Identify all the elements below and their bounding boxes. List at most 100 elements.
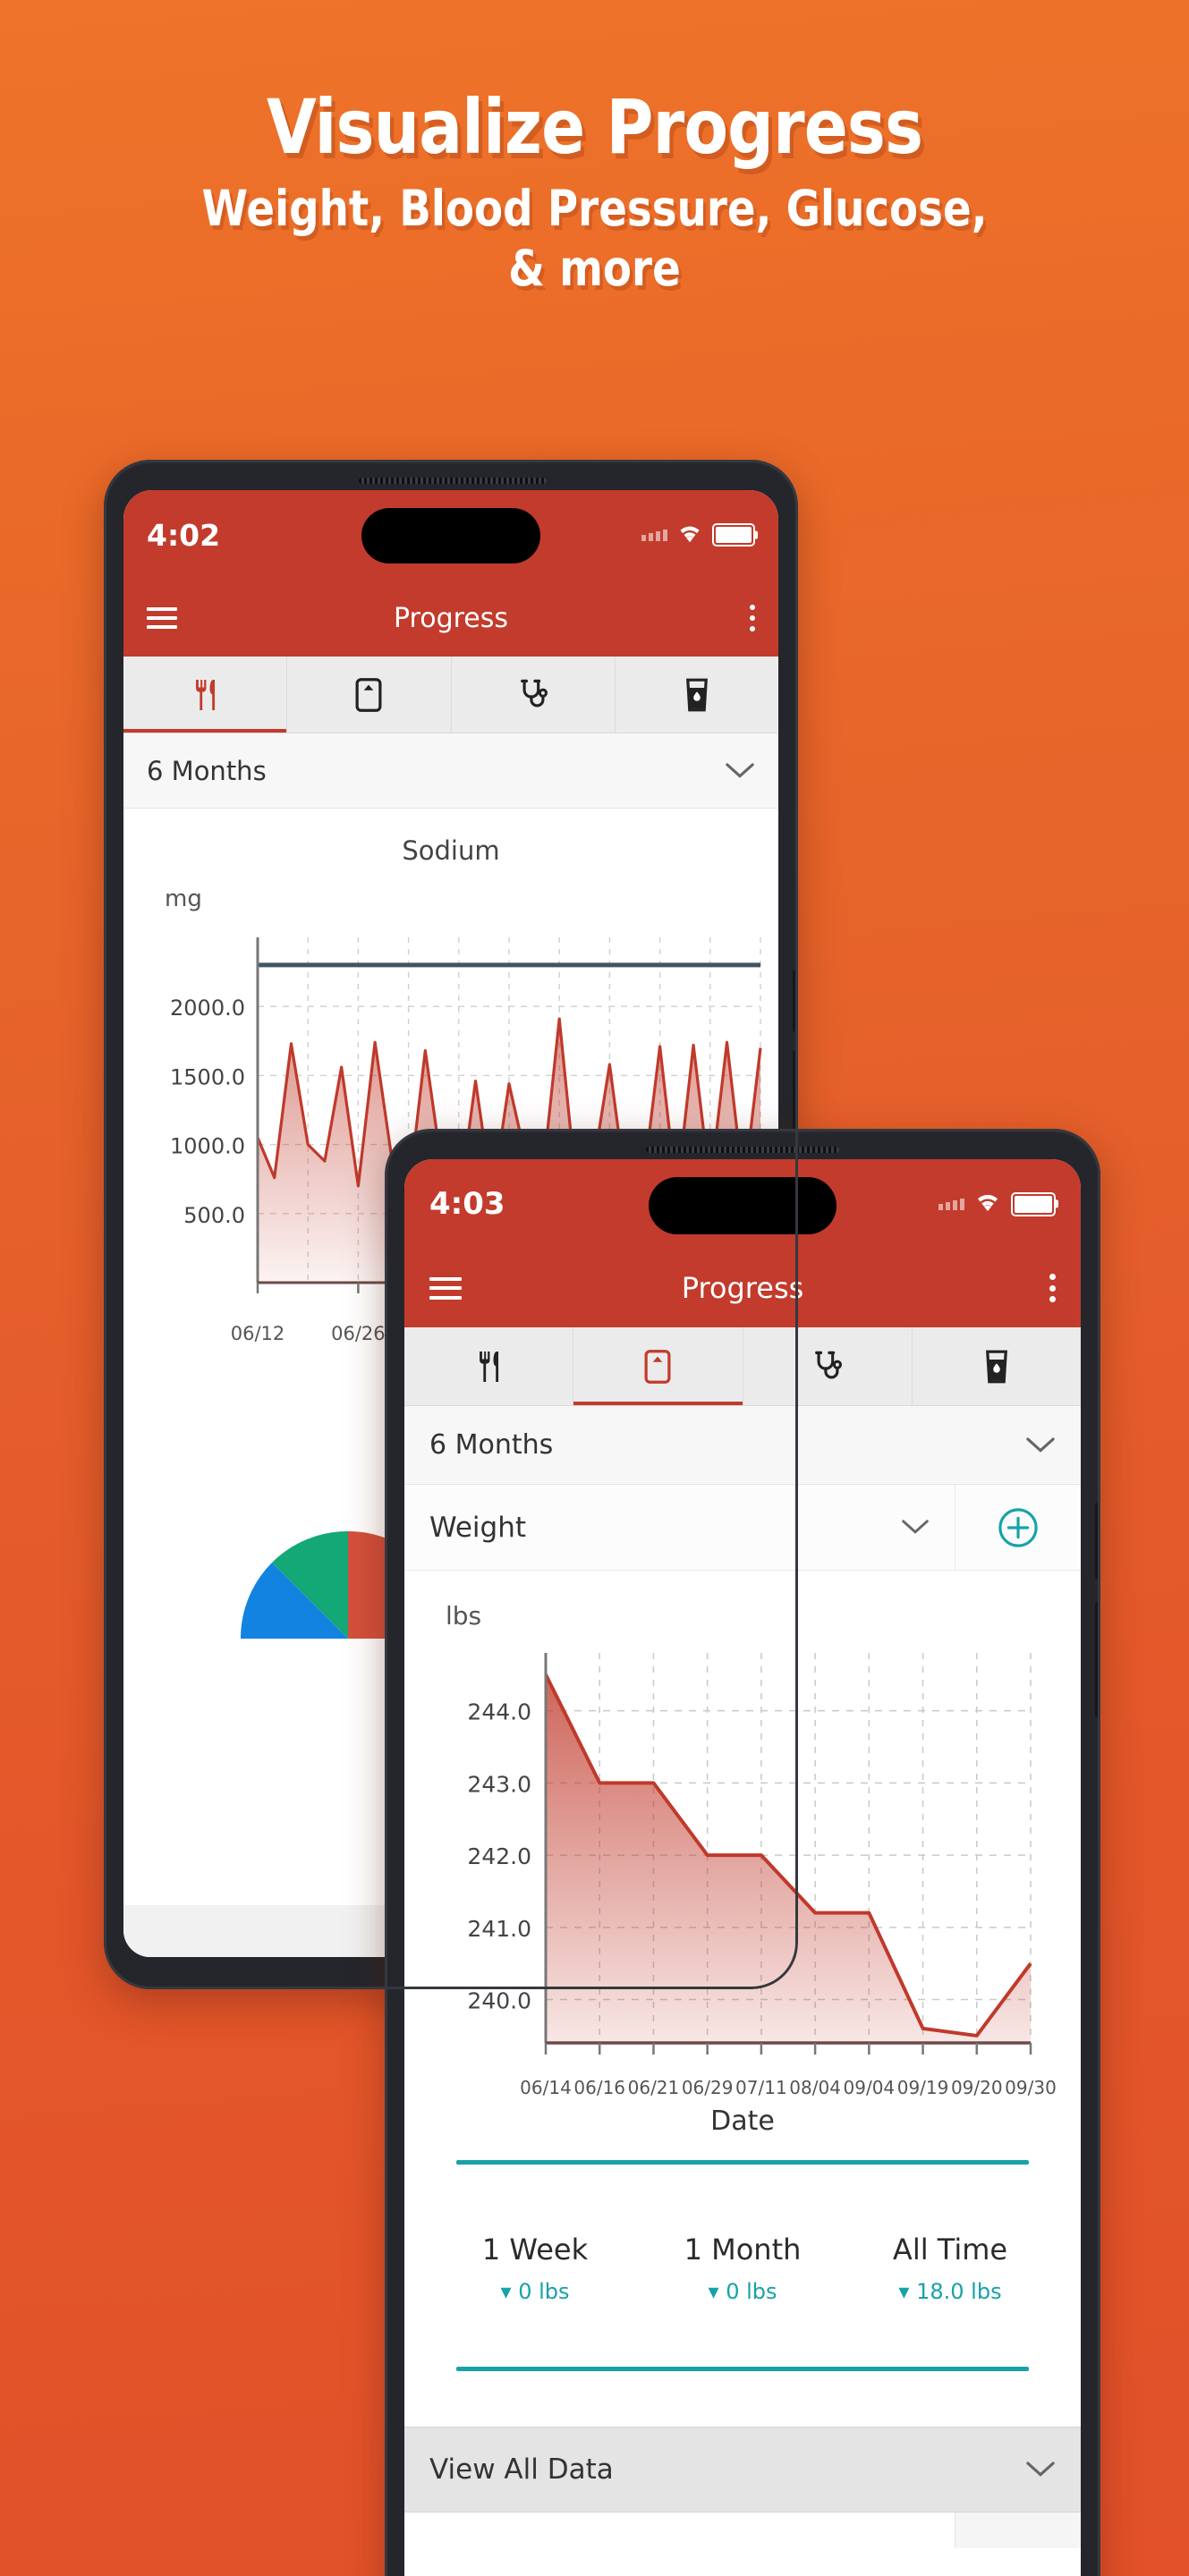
stat-delta: ▾ 0 lbs <box>639 2279 846 2304</box>
trend-down-icon: ▾ <box>898 2279 910 2304</box>
footer-split-area <box>404 2512 1081 2548</box>
tab-health[interactable] <box>743 1327 913 1405</box>
wifi-icon <box>676 522 703 548</box>
metric-select[interactable]: Weight <box>404 1485 955 1570</box>
weight-chart: lbs 244.0 243.0 242.0 241.0 240.0 06/14 06/16… <box>404 1571 1081 2107</box>
food-utensils-icon <box>196 679 216 710</box>
range-select-value: 6 Months <box>147 755 267 786</box>
stat-delta-value: 18.0 lbs <box>916 2279 1002 2304</box>
chart-title: Sodium <box>402 835 500 866</box>
svg-text:2000.0: 2000.0 <box>170 996 245 1021</box>
tab-weight[interactable] <box>573 1327 743 1405</box>
tab-weight[interactable] <box>287 657 452 733</box>
camera-notch <box>361 508 540 564</box>
range-select-back[interactable]: 6 Months <box>123 733 778 809</box>
weight-scale-icon <box>355 677 382 712</box>
tab-bar-back <box>123 657 778 733</box>
svg-text:1500.0: 1500.0 <box>170 1064 245 1089</box>
battery-icon <box>712 523 755 547</box>
footer-cell-left <box>404 2512 955 2548</box>
signal-dots-icon <box>938 1198 964 1210</box>
battery-icon <box>1011 1191 1056 1216</box>
x-tick-label: 06/26 <box>331 1323 386 1344</box>
range-select-front[interactable]: 6 Months <box>404 1406 1081 1485</box>
svg-text:243.0: 243.0 <box>467 1771 531 1797</box>
metric-select-value: Weight <box>429 1511 527 1544</box>
promo-subtitle-line1: Weight, Blood Pressure, Glucose, <box>201 180 988 237</box>
add-entry-button[interactable] <box>955 1485 1081 1570</box>
food-utensils-icon <box>480 1351 499 1382</box>
stat-1-month: 1 Month ▾ 0 lbs <box>639 2233 846 2304</box>
wifi-icon <box>973 1191 1002 1217</box>
status-bar-front: 4:03 <box>404 1159 1081 1249</box>
x-tick-label: 07/11 <box>735 2077 787 2098</box>
weight-scale-icon <box>644 1349 671 1384</box>
stat-delta: ▾ 0 lbs <box>431 2279 639 2304</box>
x-tick-label: 09/30 <box>1005 2077 1057 2098</box>
svg-text:244.0: 244.0 <box>467 1699 531 1725</box>
status-bar-back: 4:02 <box>123 490 778 580</box>
earpiece-speaker <box>359 478 547 484</box>
stat-period: 1 Month <box>684 2233 802 2267</box>
tab-water[interactable] <box>913 1327 1081 1405</box>
svg-text:242.0: 242.0 <box>467 1843 531 1869</box>
svg-text:241.0: 241.0 <box>467 1916 531 1942</box>
view-all-data-row[interactable]: View All Data <box>404 2427 1081 2512</box>
svg-text:240.0: 240.0 <box>467 1988 531 2014</box>
stethoscope-icon <box>814 1351 842 1378</box>
trend-down-icon: ▾ <box>500 2279 512 2304</box>
app-bar-back: Progress <box>123 580 778 657</box>
stat-all-time: All Time ▾ 18.0 lbs <box>846 2233 1054 2304</box>
chart-x-axis-label: Date <box>710 2106 775 2137</box>
stethoscope-icon <box>520 679 548 707</box>
promo-screenshot: Visualize Progress Weight, Blood Pressur… <box>0 0 1189 2576</box>
tab-food[interactable] <box>404 1327 574 1405</box>
app-bar-title: Progress <box>393 602 509 634</box>
phone-mockup-front: 4:03 Progress 6 Months Weight lbs 244.0 … <box>385 1129 1100 2576</box>
x-tick-label: 08/04 <box>789 2077 841 2098</box>
x-tick-label: 09/20 <box>950 2077 1003 2098</box>
volume-button[interactable] <box>1095 1503 1100 1580</box>
app-bar-front: Progress <box>404 1249 1081 1327</box>
stat-1-week: 1 Week ▾ 0 lbs <box>431 2233 639 2304</box>
promo-subtitle: Weight, Blood Pressure, Glucose, & more <box>89 179 1100 299</box>
trend-down-icon: ▾ <box>708 2279 719 2304</box>
metric-select-row: Weight <box>404 1485 1081 1571</box>
x-tick-label: 06/21 <box>627 2077 680 2098</box>
water-glass-icon <box>685 678 708 711</box>
volume-button[interactable] <box>793 970 798 1032</box>
divider-rule-top <box>456 2160 1029 2165</box>
weight-plot: 244.0 243.0 242.0 241.0 240.0 <box>467 1653 1032 2055</box>
range-select-value: 6 Months <box>429 1429 554 1461</box>
weight-x-ticks: 06/14 06/16 06/21 06/29 07/11 08/04 09/04 09/19… <box>404 2077 1081 2106</box>
svg-text:1000.0: 1000.0 <box>170 1134 245 1159</box>
earpiece-speaker <box>646 1147 839 1153</box>
app-bar-title: Progress <box>681 1271 804 1305</box>
status-time: 4:03 <box>429 1186 505 1222</box>
x-tick-label: 06/14 <box>520 2077 572 2098</box>
promo-subtitle-line2: & more <box>508 240 681 298</box>
promo-text-block: Visualize Progress Weight, Blood Pressur… <box>0 89 1189 299</box>
chart-y-unit: lbs <box>446 1601 482 1631</box>
chevron-down-icon <box>725 762 755 780</box>
power-button[interactable] <box>1095 1601 1100 1717</box>
chevron-down-icon <box>1025 1436 1056 1454</box>
stat-delta: ▾ 18.0 lbs <box>846 2279 1054 2304</box>
divider-rule-bottom <box>456 2367 1029 2371</box>
status-time: 4:02 <box>147 517 221 553</box>
stat-period: 1 Week <box>481 2233 589 2267</box>
signal-dots-icon <box>641 529 667 541</box>
tab-bar-front <box>404 1327 1081 1406</box>
svg-text:500.0: 500.0 <box>183 1203 245 1228</box>
chevron-down-icon <box>901 1519 930 1536</box>
chevron-down-icon <box>1025 2461 1056 2479</box>
x-tick-label: 09/19 <box>896 2077 949 2098</box>
tab-health[interactable] <box>452 657 616 733</box>
chart-y-unit: mg <box>165 886 202 912</box>
tab-food[interactable] <box>123 657 288 733</box>
tab-water[interactable] <box>616 657 778 733</box>
water-glass-icon <box>985 1350 1007 1383</box>
stat-delta-value: 0 lbs <box>726 2279 777 2304</box>
tab-active-indicator <box>573 1402 743 1405</box>
x-tick-label: 06/29 <box>681 2077 734 2098</box>
